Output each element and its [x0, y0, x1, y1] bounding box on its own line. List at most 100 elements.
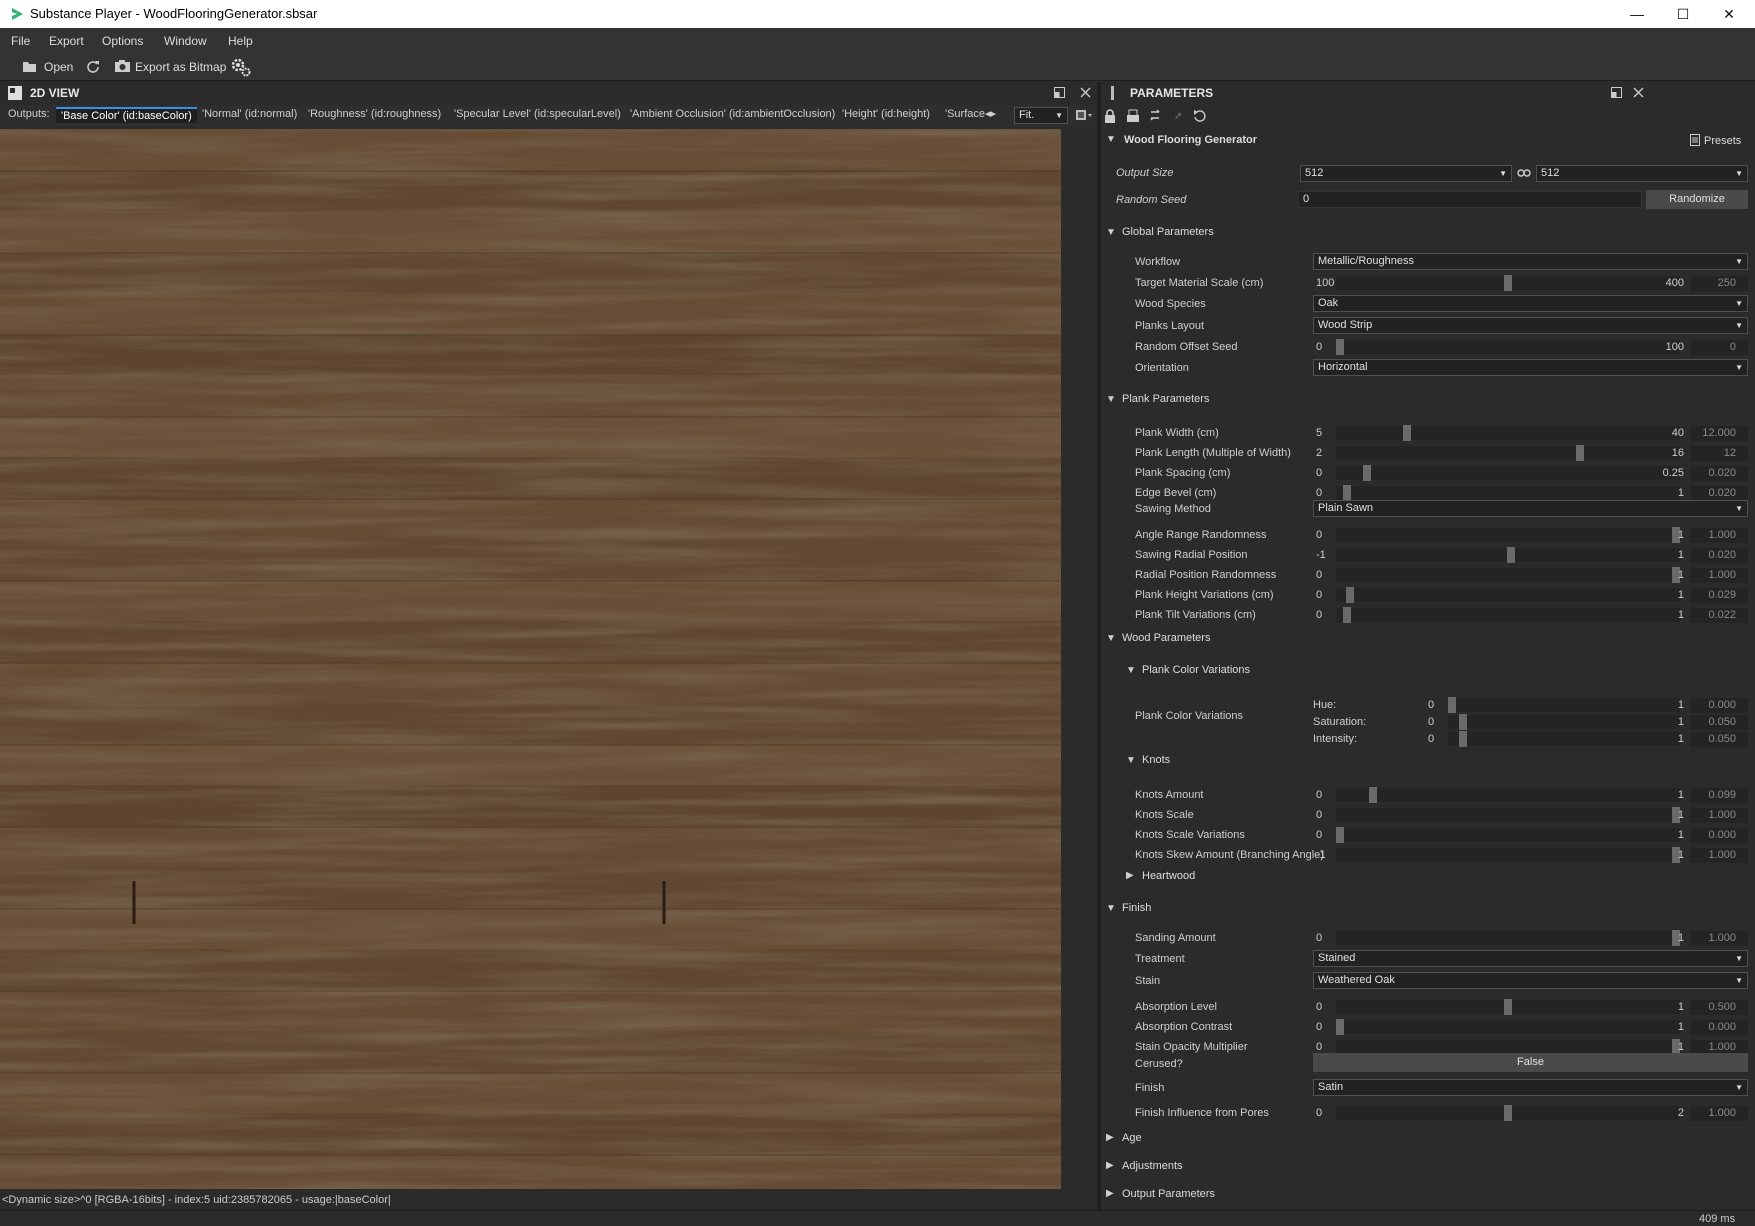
slider-handle[interactable]: [1459, 714, 1467, 730]
slider-value[interactable]: 0.020: [1690, 548, 1748, 563]
chevron-down-icon[interactable]: ▼: [1106, 633, 1116, 644]
global-parameters-header[interactable]: Global Parameters: [1122, 226, 1214, 238]
slider-track[interactable]: [1336, 607, 1680, 623]
export-bitmap-button[interactable]: Export as Bitmap: [135, 58, 226, 76]
minimize-button[interactable]: —: [1614, 0, 1660, 28]
slider-track[interactable]: [1336, 465, 1680, 481]
slider-value[interactable]: 1.000: [1690, 568, 1748, 583]
slider-handle[interactable]: [1336, 339, 1344, 355]
maximize-button[interactable]: ☐: [1660, 0, 1706, 28]
slider-value[interactable]: 1.000: [1690, 931, 1748, 946]
slider-handle[interactable]: [1504, 275, 1512, 291]
close-panel-icon[interactable]: [1080, 87, 1091, 98]
tab-height[interactable]: 'Height' (id:height): [842, 108, 930, 120]
chevron-down-icon[interactable]: ▼: [1106, 394, 1116, 405]
menu-options[interactable]: Options: [102, 34, 143, 48]
wood-parameters-header[interactable]: Wood Parameters: [1122, 632, 1210, 644]
float-panel-icon[interactable]: [1054, 87, 1065, 98]
slider-handle[interactable]: [1448, 697, 1456, 713]
planks-layout-select[interactable]: Wood Strip ▼: [1313, 317, 1748, 334]
slider-track[interactable]: [1336, 1105, 1680, 1121]
output-size-width-select[interactable]: 512 ▼: [1300, 165, 1512, 182]
slider-track[interactable]: [1336, 445, 1680, 461]
slider-track[interactable]: [1336, 807, 1680, 823]
plank-parameters-header[interactable]: Plank Parameters: [1122, 393, 1209, 405]
slider-track[interactable]: [1336, 567, 1680, 583]
chevron-down-icon[interactable]: ▼: [1126, 755, 1136, 766]
slider-handle[interactable]: [1336, 1019, 1344, 1035]
slider-handle[interactable]: [1403, 425, 1411, 441]
slider-handle[interactable]: [1369, 787, 1377, 803]
menu-window[interactable]: Window: [164, 34, 207, 48]
camera-icon[interactable]: [114, 59, 131, 73]
lock-icon[interactable]: [1104, 109, 1116, 123]
chevron-right-icon[interactable]: ▶: [1106, 1188, 1114, 1199]
slider-value[interactable]: 0.020: [1690, 486, 1748, 501]
menu-export[interactable]: Export: [49, 34, 84, 48]
presets-icon[interactable]: [1690, 134, 1700, 146]
slider-value[interactable]: 0.000: [1690, 828, 1748, 843]
slider-value[interactable]: 0.050: [1690, 715, 1748, 730]
tab-base-color[interactable]: 'Base Color' (id:baseColor): [56, 107, 197, 123]
refresh-icon[interactable]: [86, 59, 100, 73]
slider-value[interactable]: 1.000: [1690, 808, 1748, 823]
slider-handle[interactable]: [1343, 485, 1351, 501]
random-offset-seed-value[interactable]: 0: [1690, 340, 1748, 355]
chevron-right-icon[interactable]: ▶: [1106, 1132, 1114, 1143]
heartwood-header[interactable]: Heartwood: [1142, 870, 1195, 882]
print-preset-icon[interactable]: [1126, 109, 1140, 123]
slider-value[interactable]: 0.500: [1690, 1000, 1748, 1015]
slider-handle[interactable]: [1459, 731, 1467, 747]
age-header[interactable]: Age: [1122, 1132, 1142, 1144]
slider-track[interactable]: [1448, 714, 1680, 730]
chevron-down-icon[interactable]: ▼: [1126, 665, 1136, 676]
texture-viewport[interactable]: [0, 129, 1061, 1189]
orientation-select[interactable]: Horizontal ▼: [1313, 359, 1748, 376]
slider-track[interactable]: [1336, 425, 1680, 441]
slider-value[interactable]: 0.099: [1690, 788, 1748, 803]
slider-handle[interactable]: [1336, 827, 1344, 843]
presets-button[interactable]: Presets: [1704, 135, 1741, 147]
link-icon[interactable]: [1517, 168, 1531, 178]
slider-track[interactable]: [1336, 547, 1680, 563]
float-panel-icon[interactable]: [1611, 87, 1622, 98]
wood-species-select[interactable]: Oak ▼: [1313, 295, 1748, 312]
slider-handle[interactable]: [1363, 465, 1371, 481]
slider-track[interactable]: [1336, 999, 1680, 1015]
slider-value[interactable]: 0.050: [1690, 732, 1748, 747]
zoom-select[interactable]: Fit. ▼: [1014, 107, 1068, 124]
workflow-select[interactable]: Metallic/Roughness ▼: [1313, 253, 1748, 270]
target-scale-value[interactable]: 250: [1690, 276, 1748, 291]
slider-handle[interactable]: [1346, 587, 1354, 603]
output-parameters-header[interactable]: Output Parameters: [1122, 1188, 1215, 1200]
close-button[interactable]: ✕: [1706, 0, 1752, 28]
cerused-toggle[interactable]: False: [1313, 1053, 1748, 1072]
slider-track[interactable]: [1448, 697, 1680, 713]
chevron-down-icon[interactable]: ▼: [1106, 134, 1116, 145]
chevron-down-icon[interactable]: ▼: [1106, 227, 1116, 238]
slider-track[interactable]: [1336, 1039, 1680, 1055]
tab-normal[interactable]: 'Normal' (id:normal): [202, 108, 297, 120]
chevron-down-icon[interactable]: ▼: [1106, 903, 1116, 914]
slider-track[interactable]: [1336, 847, 1680, 863]
slider-handle[interactable]: [1504, 1105, 1512, 1121]
open-button[interactable]: Open: [44, 58, 73, 76]
gear-settings-icon[interactable]: [230, 57, 252, 77]
slider-value[interactable]: 12: [1690, 446, 1748, 461]
treatment-select[interactable]: Stained ▼: [1313, 950, 1748, 967]
slider-value[interactable]: 0.029: [1690, 588, 1748, 603]
slider-track[interactable]: [1336, 485, 1680, 501]
link-tweak-icon[interactable]: [1149, 109, 1163, 123]
plank-color-variations-header[interactable]: Plank Color Variations: [1142, 664, 1250, 676]
sawing-method-select[interactable]: Plain Sawn ▼: [1313, 500, 1748, 517]
slider-handle[interactable]: [1343, 607, 1351, 623]
menu-help[interactable]: Help: [228, 34, 253, 48]
random-seed-field[interactable]: 0: [1298, 191, 1642, 208]
slider-value[interactable]: 0.020: [1690, 466, 1748, 481]
chevron-right-icon[interactable]: ▶: [1126, 870, 1134, 881]
slider-value[interactable]: 0.000: [1690, 1020, 1748, 1035]
reset-icon[interactable]: [1193, 109, 1207, 123]
slider-value[interactable]: 1.000: [1690, 528, 1748, 543]
slider-track[interactable]: [1336, 587, 1680, 603]
pin-icon[interactable]: [1171, 109, 1183, 123]
